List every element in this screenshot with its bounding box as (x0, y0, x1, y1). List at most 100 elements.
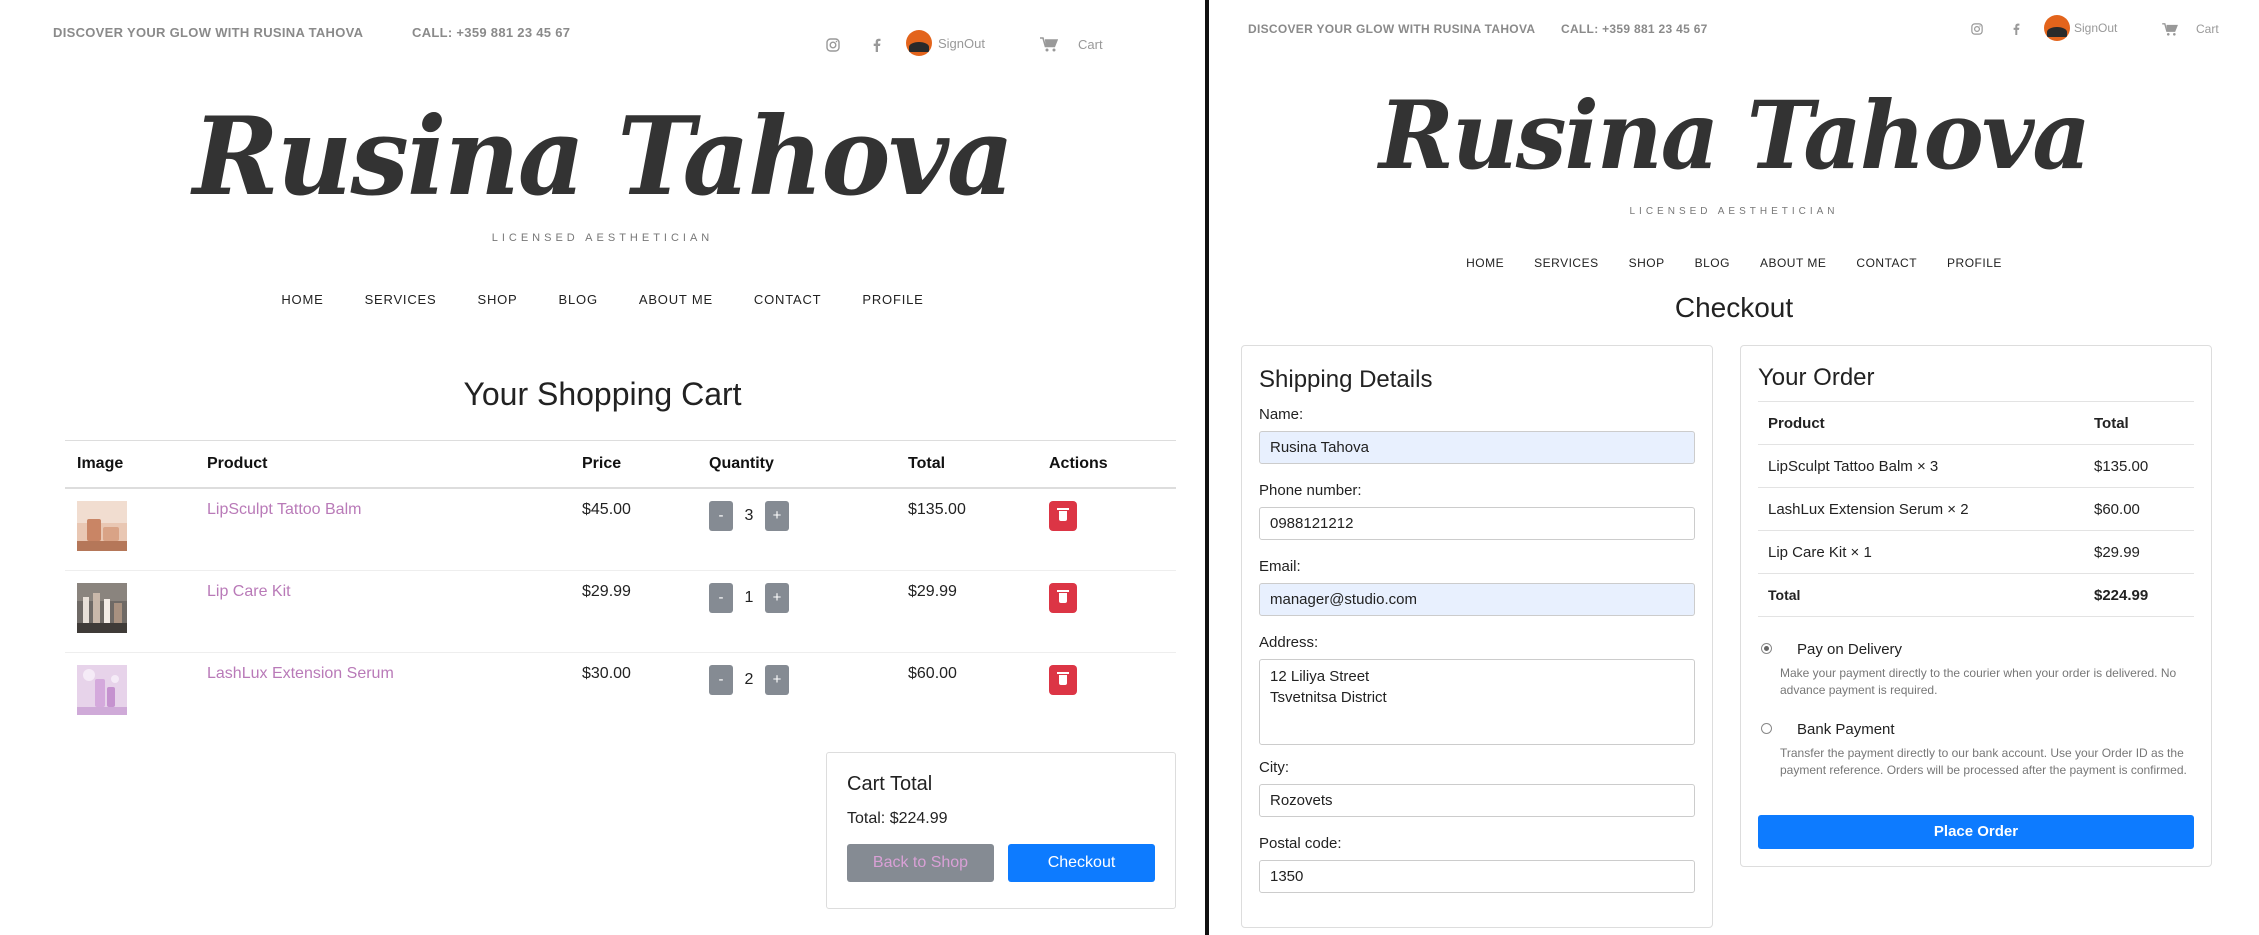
nav-about[interactable]: ABOUT ME (639, 292, 713, 307)
back-to-shop-button[interactable]: Back to Shop (847, 844, 994, 882)
decrease-qty-button[interactable]: - (709, 501, 733, 531)
table-row: Lip Care Kit $29.99 -1 + $29.99 (65, 569, 1176, 652)
facebook-icon[interactable] (2012, 23, 2020, 35)
postal-field[interactable]: 1350 (1259, 860, 1695, 893)
checkout-button[interactable]: Checkout (1008, 844, 1155, 882)
trash-icon[interactable] (1049, 582, 1077, 613)
brand-logo[interactable]: Rusina Tahova (1230, 80, 2238, 192)
table-row: LashLux Extension Serum $30.00 -2 + $60.0… (65, 651, 1176, 734)
brand-logo[interactable]: Rusina Tahova (24, 92, 1181, 222)
main-nav: HOME SERVICES SHOP BLOG ABOUT ME CONTACT… (0, 292, 1205, 307)
order-total-row: Total $224.99 (1758, 573, 2194, 617)
cart-total-value: Total: $224.99 (847, 810, 948, 827)
instagram-icon[interactable] (1971, 23, 1983, 35)
column-header: Product (1758, 401, 2084, 445)
pay-on-delivery-label[interactable]: Pay on Delivery (1797, 641, 1902, 658)
facebook-icon[interactable] (872, 38, 881, 52)
place-order-button[interactable]: Place Order (1758, 815, 2194, 849)
product-link[interactable]: LipSculpt Tattoo Balm (207, 501, 361, 518)
city-field[interactable]: Rozovets (1259, 784, 1695, 817)
phone-value: 0988121212 (1270, 515, 1354, 532)
name-label: Name: (1259, 406, 1304, 423)
column-header: Image (65, 440, 195, 489)
nav-about[interactable]: ABOUT ME (1760, 256, 1826, 270)
nav-blog[interactable]: BLOG (1695, 256, 1730, 270)
name-field[interactable]: Rusina Tahova (1259, 431, 1695, 464)
nav-shop[interactable]: SHOP (1629, 256, 1665, 270)
nav-services[interactable]: SERVICES (365, 292, 437, 307)
nav-profile[interactable]: PROFILE (862, 292, 923, 307)
decrease-qty-button[interactable]: - (709, 582, 733, 613)
nav-home[interactable]: HOME (1466, 256, 1504, 270)
nav-profile[interactable]: PROFILE (1947, 256, 2002, 270)
price-cell: $29.99 (570, 569, 697, 652)
trash-icon[interactable] (1049, 501, 1077, 531)
phone-field[interactable]: 0988121212 (1259, 507, 1695, 540)
column-header: Product (195, 440, 570, 489)
instagram-icon[interactable] (826, 38, 840, 52)
header-tagline: DISCOVER YOUR GLOW WITH RUSINA TAHOVA (1248, 22, 1536, 36)
order-product: Lip Care Kit × 1 (1758, 530, 2084, 574)
signout-label: SignOut (938, 35, 985, 51)
table-header-row: Product Total (1758, 401, 2194, 445)
increase-qty-button[interactable]: + (765, 664, 789, 695)
column-header: Total (896, 440, 1037, 489)
cart-link[interactable]: Cart (1040, 37, 1103, 52)
table-row: Lip Care Kit × 1 $29.99 (1758, 530, 2194, 574)
nav-services[interactable]: SERVICES (1534, 256, 1598, 270)
cart-page: DISCOVER YOUR GLOW WITH RUSINA TAHOVA CA… (0, 0, 1205, 935)
bank-payment-label[interactable]: Bank Payment (1797, 721, 1895, 738)
order-total: $29.99 (2084, 530, 2194, 574)
shipping-details-card: Shipping Details Name: Rusina Tahova Pho… (1241, 345, 1713, 928)
order-title: Your Order (1758, 364, 1875, 391)
total-cell: $60.00 (896, 651, 1037, 734)
cart-icon (1040, 37, 1058, 52)
nav-contact[interactable]: CONTACT (1856, 256, 1917, 270)
page-title: Checkout (1674, 292, 1794, 323)
product-link[interactable]: LashLux Extension Serum (207, 665, 394, 682)
product-link[interactable]: Lip Care Kit (207, 583, 291, 600)
order-total-value: $224.99 (2084, 573, 2194, 617)
increase-qty-button[interactable]: + (765, 582, 789, 613)
cart-icon (2162, 22, 2178, 36)
order-total: $135.00 (2084, 444, 2194, 488)
postal-value: 1350 (1270, 868, 1304, 885)
product-image[interactable] (77, 501, 127, 551)
product-image[interactable] (77, 582, 127, 633)
cart-table: Image Product Price Quantity Total Actio… (65, 440, 1176, 734)
increase-qty-button[interactable]: + (765, 501, 789, 531)
email-field[interactable]: manager@studio.com (1259, 583, 1695, 616)
cart-link[interactable]: Cart (2162, 22, 2219, 36)
cart-total-box: Cart Total Total: $224.99 Back to Shop C… (826, 752, 1176, 909)
trash-icon[interactable] (1049, 664, 1077, 695)
quantity-stepper: -3 + (697, 488, 896, 570)
address-field[interactable]: 12 Liliya Street Tsvetnitsa District (1259, 659, 1695, 745)
pay-on-delivery-radio[interactable] (1761, 643, 1772, 654)
postal-label: Postal code: (1259, 835, 1342, 852)
pay-on-delivery-desc: Make your payment directly to the courie… (1780, 666, 2177, 697)
quantity-value: 1 (744, 588, 754, 606)
email-value: manager@studio.com (1270, 591, 1417, 608)
phone-label: Phone number: (1259, 482, 1362, 499)
quantity-stepper: -2 + (697, 651, 896, 734)
page-title: Your Shopping Cart (463, 376, 742, 412)
your-order-card: Your Order Product Total LipSculpt Tatto… (1740, 345, 2212, 867)
brand-subtitle: LICENSED AESTHETICIAN (1629, 206, 1839, 217)
product-image[interactable] (77, 664, 127, 715)
column-header: Total (2084, 401, 2194, 445)
bank-payment-radio[interactable] (1761, 723, 1772, 734)
header-tagline: DISCOVER YOUR GLOW WITH RUSINA TAHOVA (53, 25, 364, 40)
signout-link[interactable]: SignOut (2044, 15, 2117, 41)
email-label: Email: (1259, 558, 1301, 575)
nav-home[interactable]: HOME (281, 292, 323, 307)
avatar (906, 30, 932, 56)
nav-contact[interactable]: CONTACT (754, 292, 821, 307)
signout-link[interactable]: SignOut (906, 30, 985, 56)
nav-blog[interactable]: BLOG (559, 292, 598, 307)
price-cell: $30.00 (570, 651, 697, 734)
nav-shop[interactable]: SHOP (477, 292, 517, 307)
city-label: City: (1259, 759, 1289, 776)
decrease-qty-button[interactable]: - (709, 664, 733, 695)
cart-label: Cart (1078, 37, 1103, 52)
total-cell: $135.00 (908, 501, 966, 518)
